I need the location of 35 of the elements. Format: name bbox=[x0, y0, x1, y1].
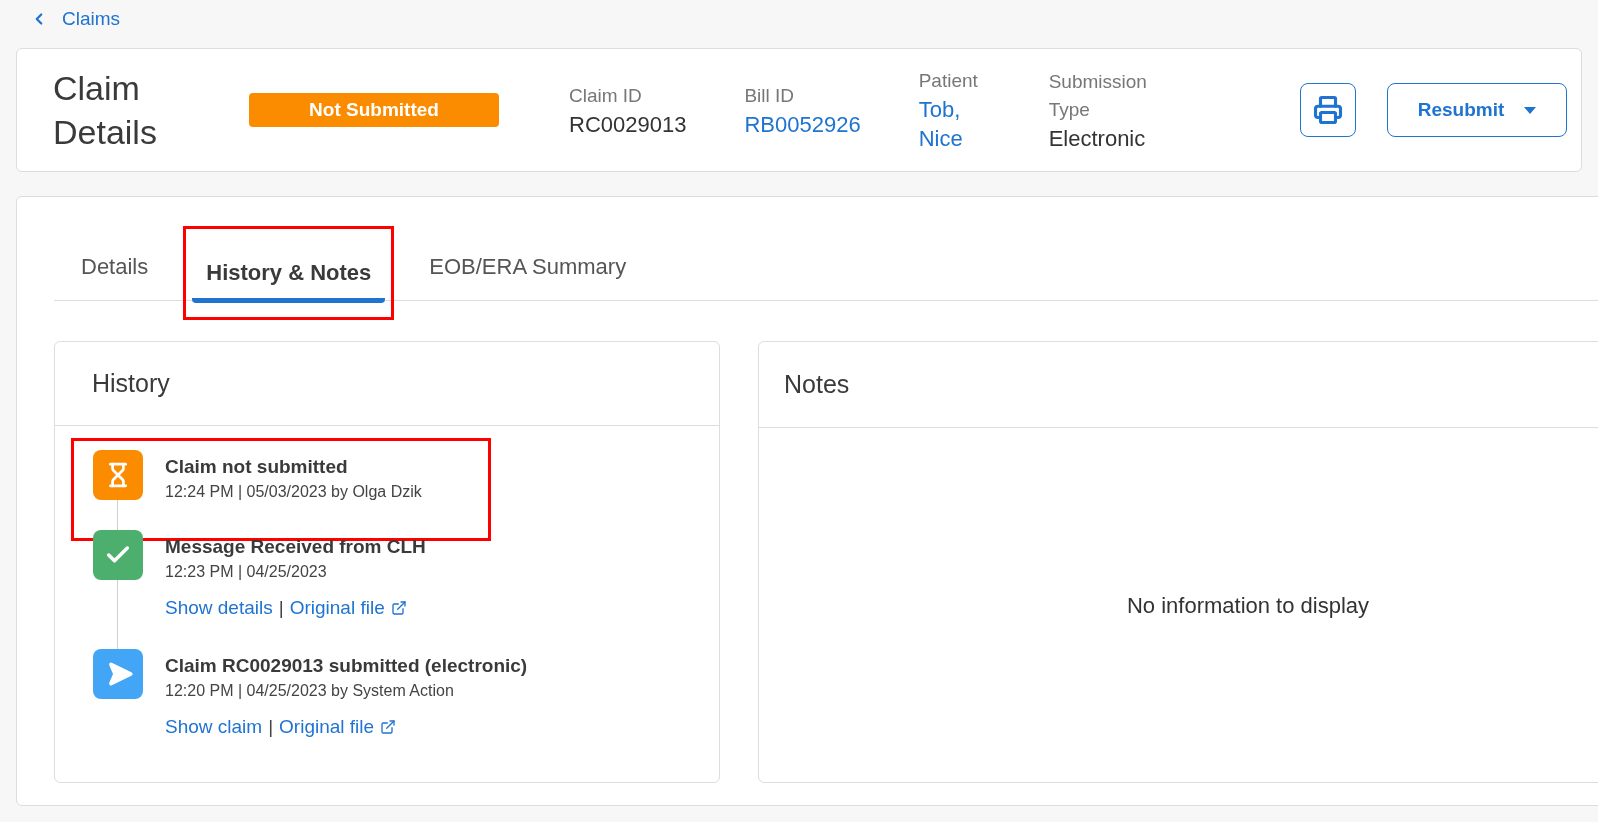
history-link[interactable]: Original file bbox=[289, 594, 407, 623]
history-meta: 12:20 PM | 04/25/2023 by System Action bbox=[165, 680, 455, 701]
panel-title: Notes bbox=[784, 368, 850, 400]
print-icon bbox=[1313, 95, 1343, 125]
field-value: RC0029013 bbox=[569, 110, 687, 139]
print-button[interactable] bbox=[1300, 83, 1356, 137]
field-link[interactable]: Tob, Nice bbox=[918, 95, 991, 153]
field-label: Claim ID bbox=[569, 83, 643, 108]
status-badge: Not Submitted bbox=[249, 93, 499, 127]
history-meta: 12:23 PM | 04/25/2023 bbox=[165, 562, 328, 582]
page-title: Claim Details bbox=[53, 68, 158, 153]
panel-title: History bbox=[92, 367, 170, 399]
tab[interactable]: History & Notes bbox=[192, 247, 386, 303]
history-link[interactable]: Show claim bbox=[165, 712, 263, 741]
field-label: Submission Type bbox=[1048, 69, 1148, 122]
caret-down-icon bbox=[1524, 106, 1537, 114]
back-link[interactable]: Claims bbox=[0, 0, 1598, 38]
external-link-icon bbox=[380, 718, 397, 735]
link-separator: | bbox=[268, 714, 274, 739]
field-label: Patient bbox=[918, 69, 979, 93]
field-value: Electronic bbox=[1048, 124, 1147, 153]
tab[interactable]: EOB/ERA Summary bbox=[415, 241, 641, 297]
tab[interactable]: Details bbox=[67, 241, 163, 297]
link-separator: | bbox=[278, 596, 284, 620]
field-link[interactable]: RB0052926 bbox=[744, 109, 861, 139]
field-label: Bill ID bbox=[744, 83, 796, 108]
resubmit-button[interactable]: Resubmit bbox=[1387, 83, 1567, 137]
history-title: Claim RC0029013 submitted (electronic) bbox=[165, 653, 528, 678]
external-link-icon bbox=[390, 600, 407, 617]
empty-message: No information to display bbox=[1126, 591, 1370, 620]
history-title: Claim not submitted bbox=[165, 455, 349, 479]
history-meta: 12:24 PM | 05/03/2023 by Olga Dzik bbox=[165, 482, 422, 502]
history-link[interactable]: Show details bbox=[165, 594, 273, 623]
history-title: Message Received from CLH bbox=[165, 535, 426, 559]
history-link[interactable]: Original file bbox=[279, 712, 397, 741]
